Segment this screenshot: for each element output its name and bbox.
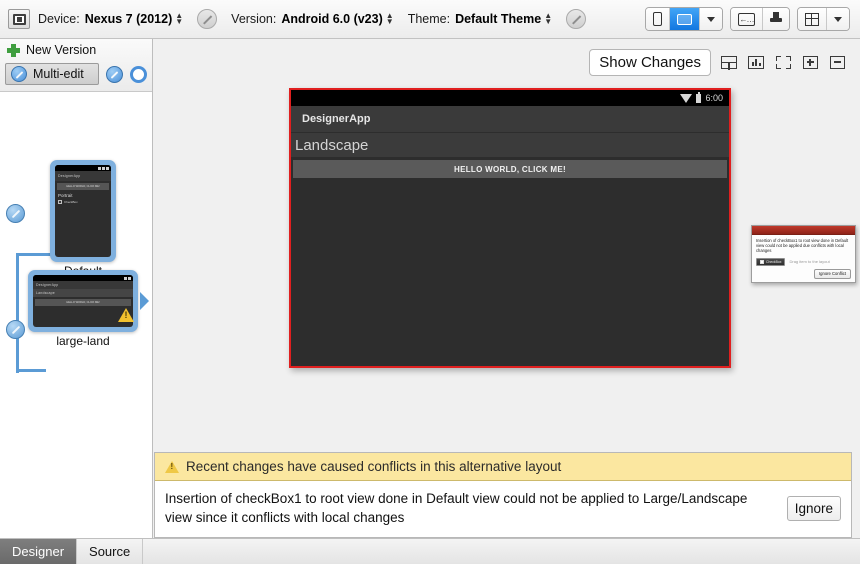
activity-grid-icon[interactable] <box>798 8 827 30</box>
theme-value[interactable]: Default Theme <box>455 12 541 26</box>
notification-headline: Recent changes have caused conflicts in … <box>186 459 562 474</box>
orientation-segmented-control <box>645 7 723 31</box>
thumb-appbar-land: DesignerApp <box>33 281 133 289</box>
locale-theme-group: ←… <box>730 7 790 31</box>
designer-main-area: Show Changes 6:00 DesignerApp Landscape <box>153 39 860 538</box>
designer-toolbar: Show Changes <box>153 39 860 85</box>
thumb-body-text-default: Portrait <box>58 193 73 198</box>
config-label-large-land: large-land <box>56 334 110 348</box>
configuration-sidebar: New Version Multi-edit DesignerApp HELLO… <box>0 39 153 538</box>
notification-header: Recent changes have caused conflicts in … <box>155 453 851 481</box>
device-value[interactable]: Nexus 7 (2012) <box>85 12 173 26</box>
conflict-popup-footer: Ignore Conflict <box>752 268 855 282</box>
theme-edit-button[interactable] <box>566 9 587 29</box>
theme-label: Theme: <box>407 12 451 26</box>
preview-empty-region[interactable] <box>291 178 729 366</box>
configuration-toolbar: Device: Nexus 7 (2012) ▲ ▼ Version: Andro… <box>0 0 860 39</box>
sidebar-header-row2: Multi-edit <box>5 63 147 85</box>
sidebar-header: New Version Multi-edit <box>0 39 152 92</box>
warning-triangle-icon[interactable] <box>118 308 134 322</box>
device-spinner-icon[interactable]: ▲ ▼ <box>175 12 183 26</box>
tab-designer[interactable]: Designer <box>0 539 78 564</box>
device-icon[interactable] <box>8 9 30 29</box>
status-time: 6:00 <box>705 93 723 103</box>
activity-chevron-down-icon[interactable] <box>827 8 849 30</box>
tab-source[interactable]: Source <box>77 539 144 564</box>
activity-group <box>797 7 850 31</box>
device-preview[interactable]: 6:00 DesignerApp Landscape HELLO WORLD, … <box>289 88 731 368</box>
node-handle-default[interactable] <box>6 204 25 223</box>
conflict-notification: Recent changes have caused conflicts in … <box>154 452 852 538</box>
plus-icon <box>7 43 20 57</box>
chevron-down-icon[interactable] <box>700 8 722 30</box>
locale-icon[interactable]: ←… <box>731 8 763 30</box>
main-body: New Version Multi-edit DesignerApp HELLO… <box>0 39 860 538</box>
config-thumb-large-land[interactable]: DesignerApp Landscape HELLO WORLD, CLICK… <box>28 270 149 348</box>
config-thumb-default[interactable]: DesignerApp HELLO WORLD, CLICK ME! Portr… <box>50 160 116 278</box>
drag-hint-text: Drag item to the layout <box>789 259 830 265</box>
new-version-button[interactable]: New Version <box>5 43 147 57</box>
warning-triangle-icon <box>165 460 179 473</box>
selection-arrow-icon <box>140 292 149 310</box>
zoom-in-icon[interactable] <box>801 54 819 70</box>
version-spinner-icon[interactable]: ▲ ▼ <box>386 12 394 26</box>
multi-edit-toggle[interactable]: Multi-edit <box>5 63 99 85</box>
layout-designer-window: Device: Nexus 7 (2012) ▲ ▼ Version: Andro… <box>0 0 860 564</box>
notification-body: Insertion of checkBox1 to root view done… <box>155 481 851 537</box>
connector-line-land <box>16 369 46 372</box>
theme-spinner-icon[interactable]: ▲ ▼ <box>544 12 552 26</box>
device-glyph <box>12 13 26 25</box>
render-stats-icon[interactable] <box>747 54 765 70</box>
wifi-icon <box>680 93 693 103</box>
toolbar-right-group: ←… <box>645 7 852 31</box>
thumb-checkbox-box <box>58 200 62 204</box>
thumb-frame-default: DesignerApp HELLO WORLD, CLICK ME! Portr… <box>50 160 116 262</box>
editor-tabs: Designer Source <box>0 538 860 564</box>
select-ring-button[interactable] <box>130 65 147 83</box>
preview-app-bar: DesignerApp <box>291 106 729 133</box>
version-label: Version: <box>231 12 277 26</box>
thumb-checkbox-label: CheckBox <box>64 200 78 204</box>
pencil-icon <box>11 66 27 82</box>
ignore-conflict-button[interactable]: Ignore Conflict <box>814 268 851 279</box>
node-handle-large-land[interactable] <box>6 320 25 339</box>
thumb-screen-default: DesignerApp HELLO WORLD, CLICK ME! Portr… <box>55 165 111 257</box>
thumb-frame-large-land: DesignerApp Landscape HELLO WORLD, CLICK… <box>28 270 138 332</box>
design-canvas[interactable]: 6:00 DesignerApp Landscape HELLO WORLD, … <box>153 85 860 452</box>
tablet-landscape-icon[interactable] <box>670 8 700 30</box>
device-label: Device: <box>38 12 80 26</box>
preview-layout-title[interactable]: Landscape <box>291 133 729 157</box>
paintbrush-icon[interactable] <box>763 8 789 30</box>
thumb-button-land: HELLO WORLD, CLICK ME! <box>35 299 131 306</box>
edit-single-button[interactable] <box>106 65 123 83</box>
thumb-title-land: Landscape <box>33 289 133 297</box>
thumb-checkbox-default: CheckBox <box>55 199 111 204</box>
conflict-popup-message: Insertion of checkBox1 to root view done… <box>756 238 849 254</box>
conflict-popup[interactable]: Insertion of checkBox1 to root view done… <box>751 225 856 283</box>
thumb-appbar-default: DesignerApp <box>55 171 111 181</box>
battery-icon <box>696 91 702 103</box>
notification-detail: Insertion of checkBox1 to root view done… <box>165 491 748 525</box>
show-changes-button[interactable]: Show Changes <box>589 48 711 76</box>
checkbox-icon <box>760 259 764 264</box>
checkbox-chip-label: CheckBox <box>766 259 782 264</box>
thumb-button-default: HELLO WORLD, CLICK ME! <box>57 183 109 190</box>
device-edit-button[interactable] <box>197 9 218 29</box>
configuration-tree: DesignerApp HELLO WORLD, CLICK ME! Portr… <box>0 92 152 538</box>
zoom-out-icon[interactable] <box>828 54 846 70</box>
ignore-button[interactable]: Ignore <box>786 495 841 521</box>
phone-portrait-icon[interactable] <box>646 8 670 30</box>
multi-edit-label: Multi-edit <box>33 67 84 81</box>
version-value[interactable]: Android 6.0 (v23) <box>281 12 382 26</box>
fullscreen-icon[interactable] <box>774 54 792 70</box>
conflict-popup-drag-row: CheckBox Drag item to the layout <box>752 256 855 268</box>
split-view-icon[interactable] <box>720 54 738 70</box>
new-version-label: New Version <box>26 43 97 57</box>
preview-status-bar: 6:00 <box>291 90 729 106</box>
connector-line-vertical <box>16 255 19 373</box>
checkbox-chip[interactable]: CheckBox <box>756 257 786 266</box>
preview-hello-button[interactable]: HELLO WORLD, CLICK ME! <box>293 160 727 178</box>
conflict-popup-titlebar <box>752 226 855 235</box>
